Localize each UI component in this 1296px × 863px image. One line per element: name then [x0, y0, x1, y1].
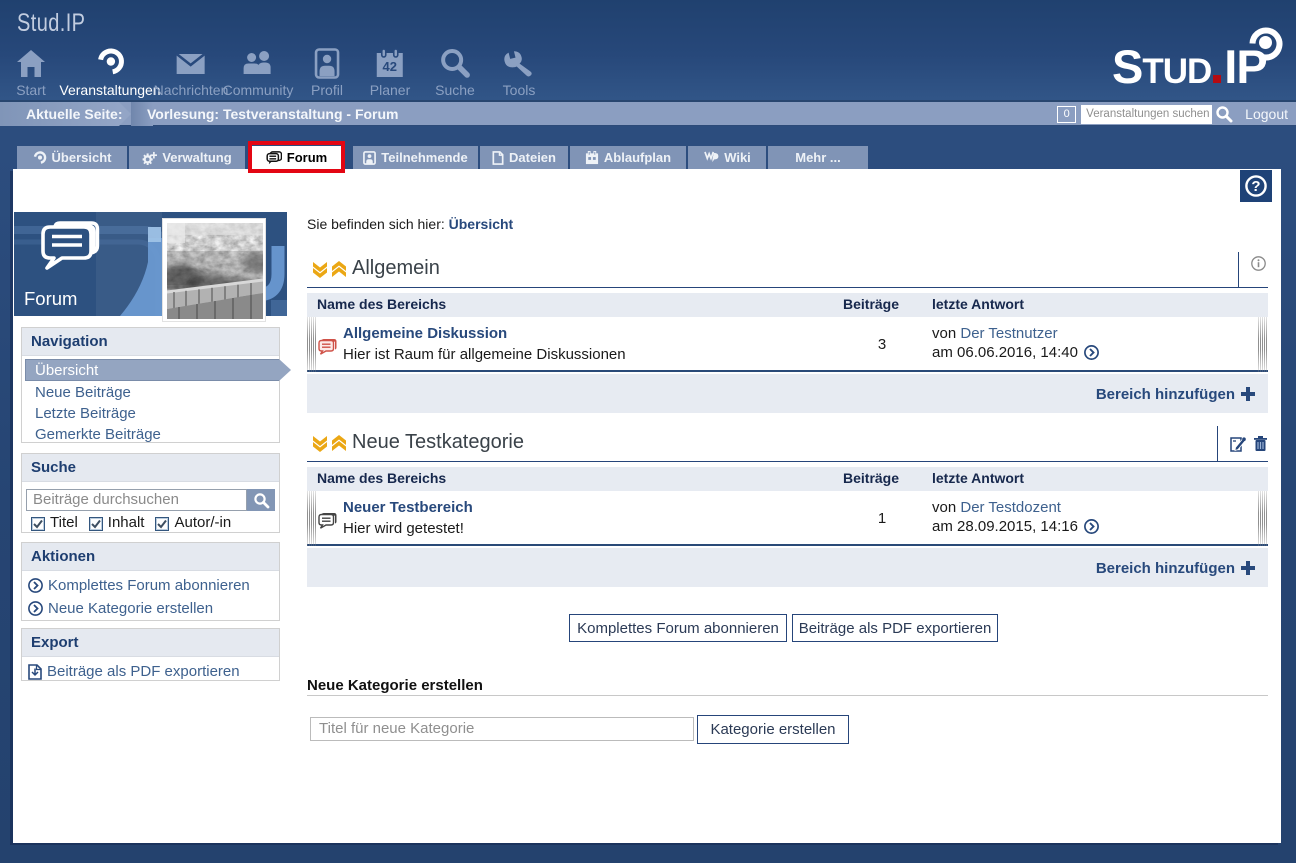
svg-text:?: ? — [1251, 178, 1260, 195]
svg-text:42: 42 — [383, 59, 397, 74]
